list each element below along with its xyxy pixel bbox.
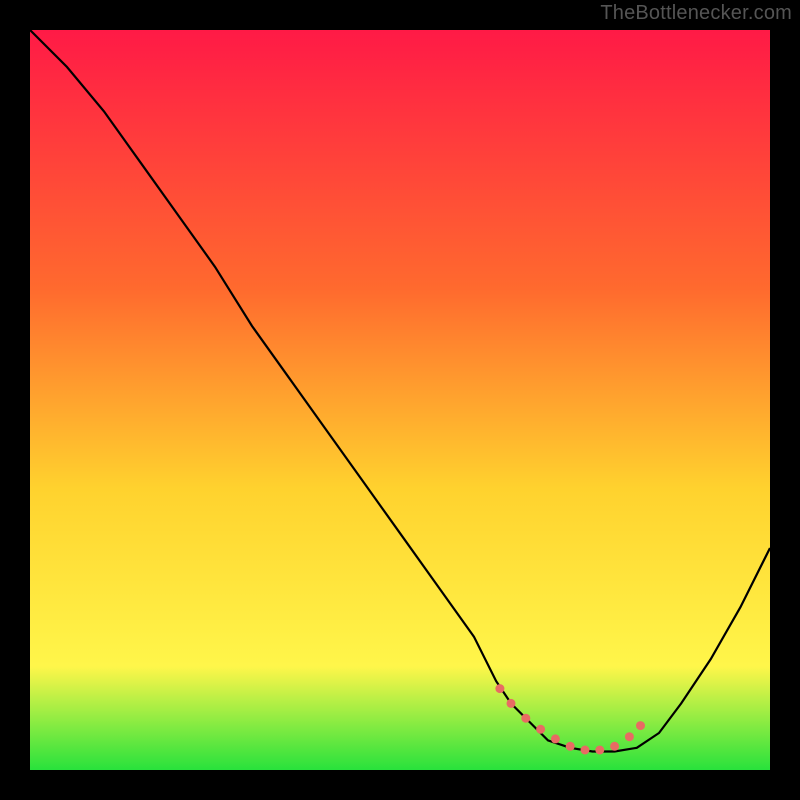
gradient-background bbox=[30, 30, 770, 770]
chart-svg bbox=[30, 30, 770, 770]
chart-frame: TheBottlenecker.com bbox=[0, 0, 800, 800]
marker-dot bbox=[610, 742, 619, 751]
marker-dot bbox=[536, 725, 545, 734]
plot-area bbox=[30, 30, 770, 770]
marker-dot bbox=[495, 684, 504, 693]
watermark-text: TheBottlenecker.com bbox=[600, 2, 792, 25]
marker-dot bbox=[625, 732, 634, 741]
marker-dot bbox=[636, 721, 645, 730]
marker-dot bbox=[521, 714, 530, 723]
marker-dot bbox=[581, 746, 590, 755]
marker-dot bbox=[566, 742, 575, 751]
marker-dot bbox=[595, 746, 604, 755]
marker-dot bbox=[551, 734, 560, 743]
marker-dot bbox=[507, 699, 516, 708]
